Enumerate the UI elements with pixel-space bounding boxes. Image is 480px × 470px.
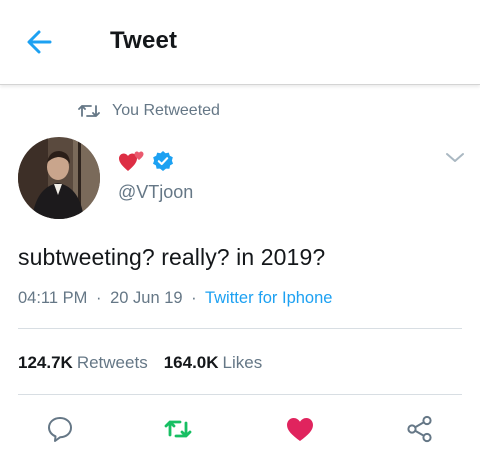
tweet-source-link[interactable]: Twitter for Iphone (205, 289, 332, 307)
retweets-stat[interactable]: 124.7K Retweets (18, 353, 148, 372)
verified-badge-icon (153, 151, 173, 171)
avatar[interactable] (18, 137, 100, 219)
share-icon (407, 415, 432, 443)
tweet-time: 04:11 PM (18, 289, 88, 307)
tweet-meta: 04:11 PM · 20 Jun 19 · Twitter for Iphon… (18, 289, 332, 308)
reply-icon (48, 417, 72, 442)
tweet-text: subtweeting? really? in 2019? (18, 244, 326, 270)
heart-icon (287, 418, 313, 441)
top-bar: Tweet (0, 0, 480, 85)
retweet-icon (164, 420, 192, 438)
retweet-context-label: You Retweeted (112, 102, 220, 119)
back-button[interactable] (22, 26, 58, 58)
retweets-count: 124.7K (18, 353, 73, 372)
retweet-icon (78, 105, 100, 117)
meta-separator: · (96, 289, 102, 307)
retweets-label: Retweets (76, 353, 148, 372)
divider (18, 328, 462, 329)
profile-photo (18, 137, 100, 219)
author-name-row[interactable] (118, 148, 174, 174)
tweet-actions-bar (0, 410, 480, 450)
arrow-left-icon (27, 30, 52, 54)
author-handle[interactable]: @VTjoon (118, 182, 193, 203)
retweet-context: You Retweeted (78, 99, 220, 123)
divider (18, 394, 462, 395)
meta-separator: · (191, 289, 197, 307)
reply-button[interactable] (45, 414, 75, 444)
two-hearts-icon (119, 151, 144, 171)
page-title: Tweet (110, 27, 178, 54)
likes-label: Likes (222, 353, 263, 372)
chevron-down-icon (446, 153, 464, 162)
like-button[interactable] (285, 414, 315, 444)
retweet-button[interactable] (163, 414, 193, 444)
likes-stat[interactable]: 164.0K Likes (164, 353, 263, 372)
tweet-stats: 124.7K Retweets 164.0K Likes (18, 353, 262, 373)
tweet-date: 20 Jun 19 (110, 289, 183, 307)
tweet-options-button[interactable] (444, 150, 466, 166)
share-button[interactable] (405, 414, 435, 444)
likes-count: 164.0K (163, 353, 219, 372)
